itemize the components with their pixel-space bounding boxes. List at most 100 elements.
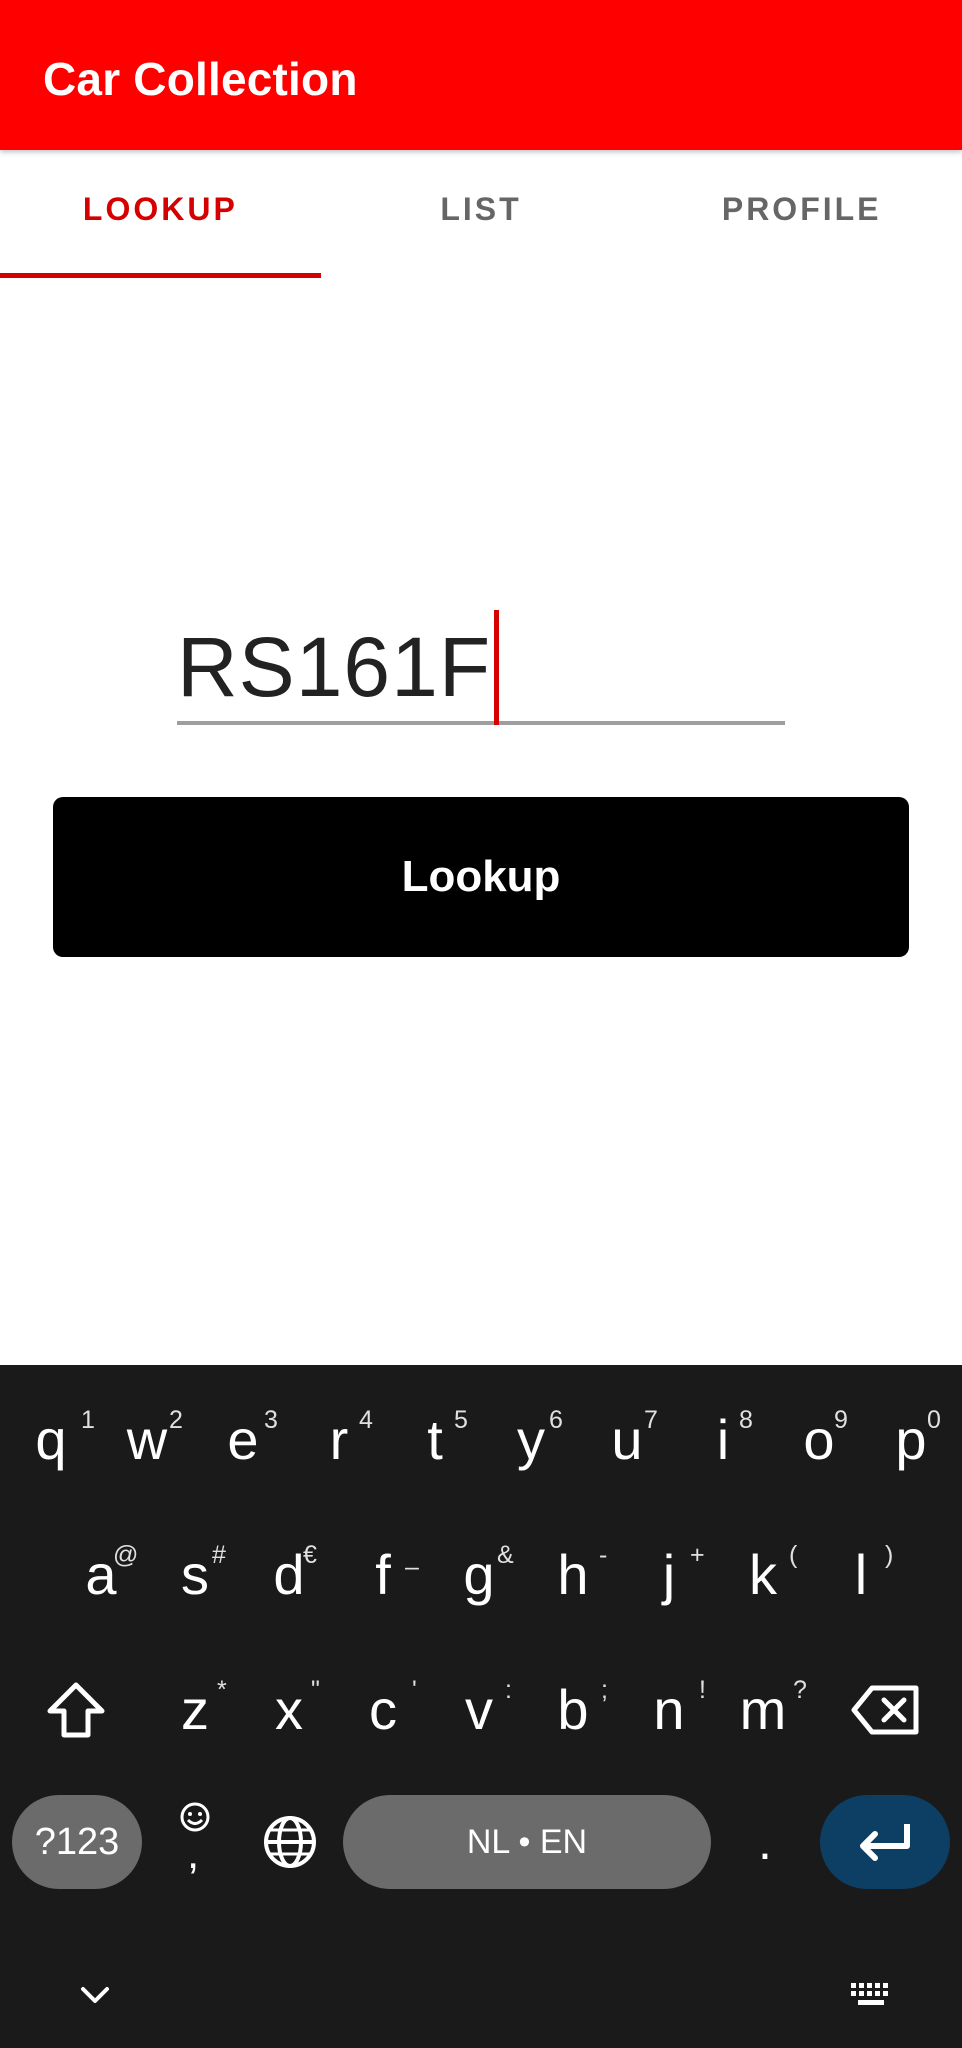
key-t[interactable]: t5 [389,1380,481,1500]
key-char: s [181,1543,209,1606]
switch-keyboard-button[interactable] [836,1965,906,2025]
key-hint: + [690,1541,705,1569]
period-label: . [758,1814,772,1870]
period-key[interactable]: . [730,1795,800,1889]
key-hint: € [303,1541,317,1569]
key-r[interactable]: r4 [293,1380,385,1500]
key-char: v [465,1678,493,1741]
key-char: i [716,1408,730,1471]
shift-key[interactable] [30,1650,122,1770]
tab-list-label: LIST [440,190,522,227]
key-n[interactable]: n! [623,1650,715,1770]
key-g[interactable]: g & [433,1515,525,1635]
key-char: r [329,1408,349,1471]
tab-profile[interactable]: PROFILE [641,150,962,278]
enter-icon [860,1824,910,1861]
key-hint: 5 [454,1406,468,1434]
key-hint: ) [885,1541,894,1569]
tab-bar: LOOKUP LIST PROFILE [0,150,962,278]
backspace-icon [851,1685,919,1735]
key-hint: @ [113,1541,139,1569]
key-hint: ! [699,1676,706,1704]
key-y[interactable]: y6 [485,1380,577,1500]
language-key[interactable] [250,1795,330,1889]
key-hint: ; [601,1676,608,1704]
key-o[interactable]: o9 [773,1380,865,1500]
key-char: a [85,1543,117,1606]
screen: Car Collection LOOKUP LIST PROFILE RS161… [0,0,962,2048]
app-title: Car Collection [43,53,358,105]
space-key-label: NL • EN [466,1822,588,1861]
license-plate-value-wrap: RS161F [177,610,500,725]
key-e[interactable]: e3 [197,1380,289,1500]
key-d[interactable]: d € [243,1515,335,1635]
key-w[interactable]: w2 [101,1380,193,1500]
chevron-down-icon [81,1987,109,2003]
key-hint: 9 [834,1406,848,1434]
key-hint: 8 [739,1406,753,1434]
key-m[interactable]: m? [717,1650,809,1770]
symbols-key[interactable]: ?123 [12,1795,142,1889]
key-hint: 7 [644,1406,658,1434]
key-char: e [227,1408,259,1471]
key-l[interactable]: l) [815,1515,907,1635]
key-hint: 0 [927,1406,941,1434]
key-j[interactable]: j + [623,1515,715,1635]
key-q[interactable]: q1 [5,1380,97,1500]
key-hint: : [505,1676,512,1704]
key-char: q [35,1408,67,1471]
key-s[interactable]: s # [149,1515,241,1635]
lookup-button[interactable]: Lookup [53,797,909,957]
key-h[interactable]: h- [527,1515,619,1635]
key-a[interactable]: a @ [55,1515,147,1635]
tab-profile-label: PROFILE [721,190,882,227]
key-hint: 3 [264,1406,278,1434]
key-c[interactable]: c ' [337,1650,429,1770]
key-x[interactable]: x " [243,1650,335,1770]
key-p[interactable]: p0 [865,1380,957,1500]
key-hint: # [212,1541,226,1569]
key-z[interactable]: z * [149,1650,241,1770]
key-char: c [369,1678,397,1741]
key-hint: 6 [549,1406,563,1434]
emoji-comma-key[interactable]: , [160,1795,230,1889]
keyboard-row-3: z * x " c ' v: b; n! m? [0,1650,962,1770]
key-char: b [557,1678,589,1741]
key-char: d [273,1543,305,1606]
key-v[interactable]: v: [433,1650,525,1770]
license-plate-input[interactable]: RS161F [177,590,785,725]
key-char: n [653,1678,685,1741]
key-char: y [517,1408,545,1471]
key-hint: 1 [81,1406,95,1434]
tab-active-indicator [0,273,321,278]
key-char: g [463,1543,495,1606]
space-key[interactable]: NL • EN [343,1795,711,1889]
key-k[interactable]: k( [717,1515,809,1635]
key-hint: ( [789,1541,798,1569]
app-bar: Car Collection [0,0,962,150]
key-b[interactable]: b; [527,1650,619,1770]
license-plate-value: RS161F [177,620,492,714]
key-char: o [803,1408,835,1471]
tab-lookup-label: LOOKUP [82,190,238,227]
key-char: w [126,1408,168,1471]
enter-key[interactable] [820,1795,950,1889]
key-u[interactable]: u7 [581,1380,673,1500]
collapse-keyboard-button[interactable] [60,1965,130,2025]
key-char: h [557,1543,589,1606]
backspace-key[interactable] [840,1650,932,1770]
symbols-key-label: ?123 [34,1820,120,1863]
comma-label: , [187,1829,200,1878]
key-char: j [662,1543,676,1606]
key-hint: 4 [359,1406,373,1434]
key-f[interactable]: f – [337,1515,429,1635]
key-char: x [275,1678,303,1741]
text-cursor [494,610,500,725]
key-hint: * [217,1676,227,1704]
key-char: k [749,1543,777,1606]
tab-lookup[interactable]: LOOKUP [0,150,321,278]
key-i[interactable]: i8 [677,1380,769,1500]
key-char: z [181,1678,209,1741]
key-char: t [427,1408,443,1471]
tab-list[interactable]: LIST [321,150,642,278]
